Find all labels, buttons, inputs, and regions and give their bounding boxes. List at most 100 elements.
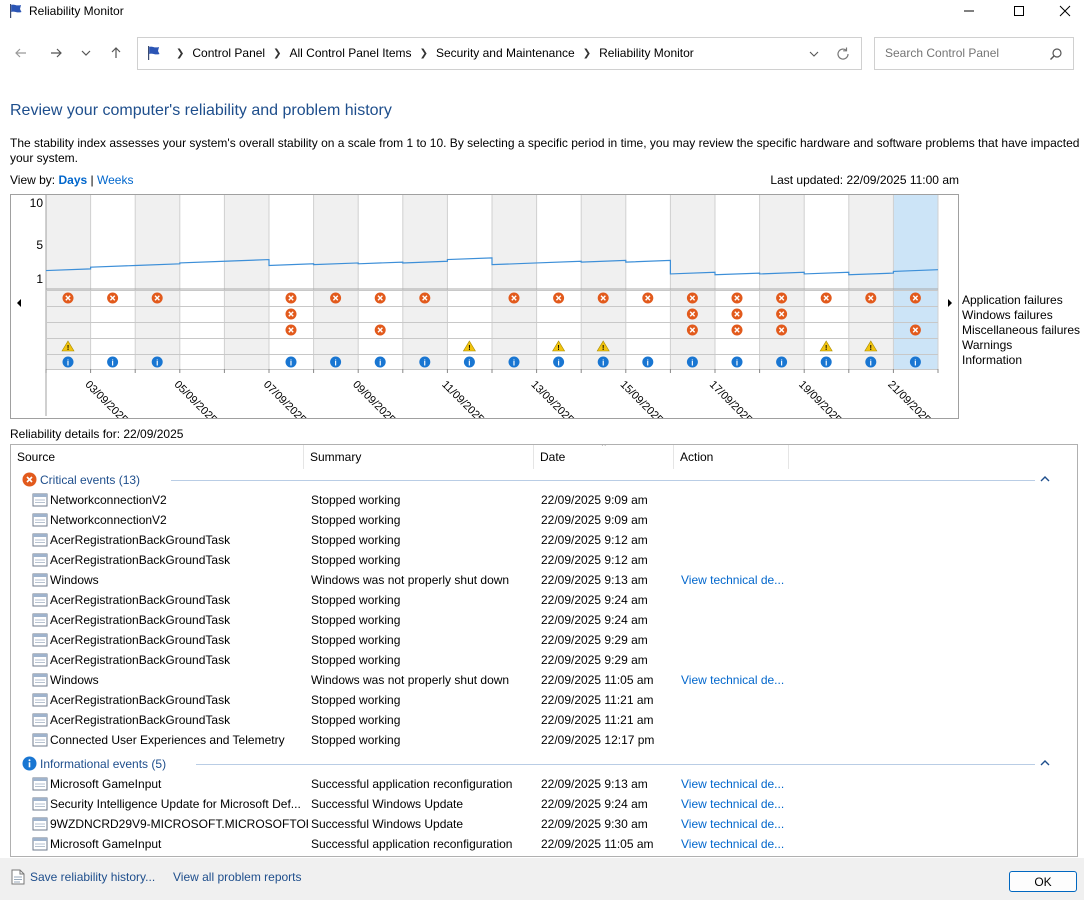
table-row[interactable]: Windows Windows was not properly shut dow… [11,670,1077,690]
day-column[interactable] [715,195,760,369]
stability-chart[interactable]: 10 5 1!!!!!! i i i i i i i i i i i i i i i i i i 03/09/2025 05… [10,194,959,419]
row-summary: Windows was not properly shut down [311,573,510,587]
warning-mark: ! [67,345,69,352]
last-updated: Last updated: 22/09/2025 11:00 am [770,173,959,187]
row-summary: Successful application reconfiguration [311,837,513,851]
chevron-up-icon[interactable] [1039,757,1051,769]
table-row[interactable]: NetworkconnectionV2 Stopped working 22/09/… [11,490,1077,510]
day-column[interactable] [179,195,225,369]
column-action[interactable]: Action [674,445,789,469]
view-technical-details-link[interactable]: View technical de... [681,837,801,851]
search-box[interactable] [874,37,1074,70]
table-row[interactable]: Microsoft GameInput Successful applicatio… [11,774,1077,794]
day-column[interactable] [313,195,359,369]
breadcrumb-reliability-monitor[interactable]: Reliability Monitor [599,46,694,60]
chevron-down-icon[interactable] [807,47,821,61]
day-column[interactable] [492,195,537,369]
application-window-icon [32,673,48,687]
search-icon[interactable] [1049,47,1063,61]
info-mark: i [780,359,782,368]
table-row[interactable]: AcerRegistrationBackGroundTask Stopped wo… [11,530,1077,550]
row-source: AcerRegistrationBackGroundTask [50,713,231,727]
row-summary: Successful Windows Update [311,797,464,811]
warning-mark: ! [557,345,559,352]
row-summary: Windows was not properly shut down [311,673,510,687]
details-table: Source Summary Date Action ⌃ Critical ev… [10,444,1078,857]
maximize-button[interactable] [996,0,1042,22]
minimize-button[interactable] [946,0,992,22]
day-column[interactable] [759,195,805,369]
day-column[interactable] [893,195,938,369]
row-date: 22/09/2025 9:09 am [541,493,648,507]
day-column[interactable] [224,195,269,369]
search-input[interactable] [883,45,1043,61]
view-technical-details-link[interactable]: View technical de... [681,673,801,687]
table-row[interactable]: Connected User Experiences and Telemetry… [11,730,1077,750]
breadcrumb-security-maintenance[interactable]: Security and Maintenance [436,46,575,60]
chevron-up-icon[interactable] [1039,473,1051,485]
day-column[interactable] [90,195,136,369]
scroll-right-icon[interactable] [948,299,952,307]
day-column[interactable] [358,195,403,369]
row-source: AcerRegistrationBackGroundTask [50,693,231,707]
back-button[interactable] [10,42,32,64]
view-technical-details-link[interactable]: View technical de... [681,573,801,587]
chevron-right-icon: ❯ [273,47,282,59]
table-row[interactable]: NetworkconnectionV2 Stopped working 22/09/… [11,510,1077,530]
table-row[interactable]: AcerRegistrationBackGroundTask Stopped wo… [11,590,1077,610]
save-history-link[interactable]: Save reliability history... [30,870,155,884]
vertical-scrollbar[interactable] [1060,445,1077,856]
table-row[interactable]: AcerRegistrationBackGroundTask Stopped wo… [11,610,1077,630]
recent-locations-button[interactable] [75,42,97,64]
row-summary: Stopped working [311,593,401,607]
row-source: Connected User Experiences and Telemetry [50,733,285,747]
view-all-reports-link[interactable]: View all problem reports [173,870,302,884]
row-source: Windows [50,573,99,587]
info-mark: i [870,359,872,368]
breadcrumb-control-panel[interactable]: Control Panel [192,46,265,60]
day-column[interactable] [269,195,314,369]
column-source[interactable]: Source [11,445,304,469]
view-weeks-link[interactable]: Weeks [97,173,133,187]
view-technical-details-link[interactable]: View technical de... [681,817,801,831]
ok-button[interactable]: OK [1009,871,1077,892]
x-tick-label: 05/09/2025 [172,379,219,418]
legend-application-failures: Application failures [962,293,1063,307]
table-row[interactable]: AcerRegistrationBackGroundTask Stopped wo… [11,630,1077,650]
row-source: AcerRegistrationBackGroundTask [50,613,231,627]
view-days-link[interactable]: Days [58,173,87,187]
breadcrumb-all-items[interactable]: All Control Panel Items [290,46,412,60]
info-mark: i [290,359,292,368]
informational-group-header[interactable]: Informational events (5) [11,754,1077,774]
view-technical-details-link[interactable]: View technical de... [681,797,801,811]
day-column[interactable] [670,195,715,369]
table-row[interactable]: AcerRegistrationBackGroundTask Stopped wo… [11,710,1077,730]
window-title: Reliability Monitor [29,4,124,18]
column-summary[interactable]: Summary [304,445,534,469]
info-mark: i [513,359,515,368]
table-row[interactable]: Windows Windows was not properly shut dow… [11,570,1077,590]
refresh-icon[interactable] [835,46,851,62]
application-window-icon [32,553,48,567]
row-source: AcerRegistrationBackGroundTask [50,653,231,667]
up-button[interactable] [105,42,127,64]
table-row[interactable]: AcerRegistrationBackGroundTask Stopped wo… [11,690,1077,710]
view-technical-details-link[interactable]: View technical de... [681,777,801,791]
table-row[interactable]: Security Intelligence Update for Microso… [11,794,1077,814]
info-mark: i [67,359,69,368]
address-bar[interactable]: ❯ Control Panel ❯ All Control Panel Item… [137,37,862,70]
day-column[interactable] [135,195,180,369]
table-row[interactable]: AcerRegistrationBackGroundTask Stopped wo… [11,650,1077,670]
close-button[interactable] [1042,0,1084,22]
application-window-icon [32,633,48,647]
scroll-left-icon[interactable] [17,299,21,307]
day-column[interactable] [402,195,448,369]
table-row[interactable]: AcerRegistrationBackGroundTask Stopped wo… [11,550,1077,570]
row-source: 9WZDNCRD29V9-MICROSOFT.MICROSOFTOF... [50,817,308,831]
critical-group-header[interactable]: Critical events (13) [11,470,1077,490]
table-row[interactable]: Microsoft GameInput Successful applicatio… [11,834,1077,854]
info-mark: i [557,359,559,368]
day-column[interactable] [625,195,671,369]
table-row[interactable]: 9WZDNCRD29V9-MICROSOFT.MICROSOFTOF... Suc… [11,814,1077,834]
forward-button[interactable] [45,42,67,64]
